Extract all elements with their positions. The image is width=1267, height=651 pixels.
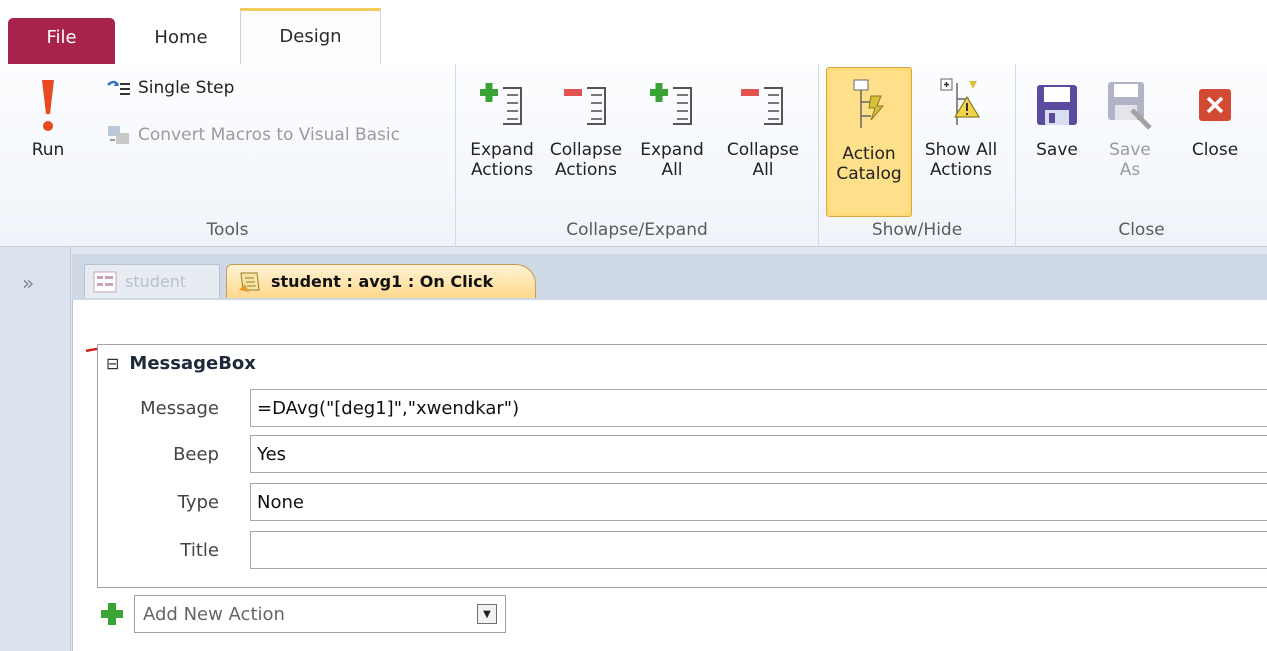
collapse-all-icon [718,70,808,140]
collapse-all-label-2: All [752,160,774,180]
doc-tab-macro[interactable]: student : avg1 : On Click [226,264,536,298]
close-icon [1178,70,1252,140]
expand-all-label-1: Expand [640,140,704,160]
collapse-action-icon[interactable]: ⊟ [106,355,119,372]
group-close: Save Save As Close Close [1016,64,1267,246]
single-step-label: Single Step [138,78,235,98]
single-step-icon [107,80,130,95]
action-catalog-button[interactable]: Action Catalog [826,67,912,217]
collapse-actions-label-2: Actions [554,160,618,180]
ribbon-tab-strip: File Home Design [0,0,1267,65]
action-name: MessageBox [129,353,256,374]
close-button[interactable]: Close [1178,70,1252,160]
show-all-actions-label-2: Actions [929,160,993,180]
doc-tab-student-label: student [125,272,187,291]
add-new-action-text: Add New Action [143,603,285,625]
beep-field[interactable]: Yes [250,435,1267,473]
run-icon [8,70,88,140]
expand-all-label-2: All [661,160,683,180]
run-label: Run [31,140,65,160]
arg-label-message: Message [140,397,219,419]
tab-home[interactable]: Home [125,18,237,64]
arg-label-beep: Beep [173,443,219,465]
show-all-actions-label-1: Show All [924,140,998,160]
single-step-button[interactable]: Single Step [106,78,234,98]
group-show-hide: Action Catalog Show All Actions Show/Hid… [819,64,1016,246]
collapse-all-label-1: Collapse [726,140,800,160]
collapse-all-button[interactable]: Collapse All [718,70,808,180]
tools-group-label: Tools [206,220,249,240]
run-button[interactable]: Run [8,70,88,160]
show-hide-group-label: Show/Hide [871,220,963,240]
expand-all-button[interactable]: Expand All [632,70,712,180]
doc-tab-macro-label: student : avg1 : On Click [271,272,494,291]
convert-macros-label: Convert Macros to Visual Basic [138,125,400,145]
navigation-pane-collapsed[interactable]: » [0,247,71,651]
expand-all-icon [632,70,712,140]
messagebox-action-block[interactable]: ⊟ MessageBox Message =DAvg("[deg1]","xwe… [97,344,1267,588]
arg-label-title: Title [180,539,219,561]
save-as-label-1: Save [1109,140,1151,160]
convert-macros-button[interactable]: Convert Macros to Visual Basic [106,124,400,146]
save-label: Save [1036,140,1078,160]
arg-label-type: Type [177,491,219,513]
action-header: ⊟ MessageBox [106,353,256,374]
ribbon: Run Single Step Convert Macros to Visual… [0,64,1267,247]
action-catalog-label-1: Action [842,144,896,164]
collapse-expand-group-label: Collapse/Expand [566,220,708,240]
collapse-actions-label-1: Collapse [549,140,623,160]
arg-row-message: Message [98,389,233,427]
show-all-actions-icon [915,70,1007,140]
action-catalog-label-2: Catalog [836,164,902,184]
title-field[interactable] [250,531,1267,569]
group-collapse-expand: Expand Actions Collapse Actions Expand A… [456,64,819,246]
show-all-actions-button[interactable]: Show All Actions [915,70,1007,180]
save-as-label-2: As [1119,160,1141,180]
macro-scroll-icon [239,272,260,292]
document-tab-bar: student student : avg1 : On Click [72,254,1267,300]
save-button[interactable]: Save [1026,70,1088,160]
save-as-button[interactable]: Save As [1098,70,1162,180]
form-icon [93,271,117,292]
group-tools: Run Single Step Convert Macros to Visual… [0,64,456,246]
type-field[interactable]: None [250,483,1267,521]
expand-actions-icon [462,70,542,140]
expand-nav-chevron-icon[interactable]: » [22,271,34,295]
arg-row-type: Type [98,483,233,521]
tab-file[interactable]: File [8,18,115,64]
tab-design[interactable]: Design [240,8,381,65]
collapse-actions-icon [544,70,628,140]
add-action-plus-icon [101,603,123,625]
expand-actions-label-2: Actions [470,160,534,180]
arg-row-beep: Beep [98,435,233,473]
close-label: Close [1191,140,1239,160]
add-new-action-row: Add New Action ▼ [100,595,506,633]
expand-actions-label-1: Expand [470,140,534,160]
arg-row-title: Title [98,531,233,569]
save-icon [1026,70,1088,140]
expand-actions-button[interactable]: Expand Actions [462,70,542,180]
save-as-icon [1098,70,1162,140]
chevron-down-icon[interactable]: ▼ [477,604,497,624]
collapse-actions-button[interactable]: Collapse Actions [544,70,628,180]
doc-tab-student-form[interactable]: student [84,264,220,298]
add-new-action-combo[interactable]: Add New Action ▼ [134,595,506,633]
close-group-label: Close [1118,220,1165,240]
convert-macros-icon [108,126,129,144]
action-catalog-icon [827,68,911,144]
message-field[interactable]: =DAvg("[deg1]","xwendkar") [250,389,1267,427]
